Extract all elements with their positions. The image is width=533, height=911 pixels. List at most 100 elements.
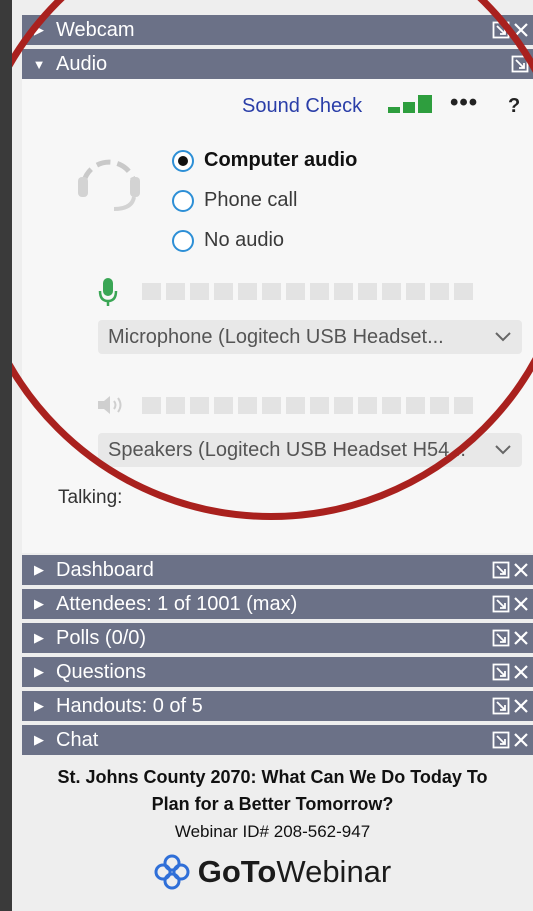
computer-audio-option[interactable]: Computer audio	[172, 149, 357, 172]
panel-label: Webcam	[56, 18, 135, 41]
audio-panel-body: Sound Check ••• ? Computer audio Phone c…	[22, 79, 533, 553]
sound-check-link[interactable]: Sound Check	[242, 95, 362, 118]
popout-icon[interactable]	[511, 55, 529, 73]
expand-arrow-icon[interactable]: ▶	[22, 562, 56, 578]
audio-panel-header[interactable]: ▼ Audio	[22, 49, 533, 79]
level-segment	[166, 397, 185, 414]
radio-selected[interactable]	[172, 149, 194, 172]
webinar-id: Webinar ID# 208-562-947	[174, 822, 371, 841]
microphone-select[interactable]: Microphone (Logitech USB Headset...	[98, 320, 522, 354]
level-segment	[406, 283, 425, 300]
level-segment	[166, 283, 185, 300]
level-segment	[262, 283, 281, 300]
more-options-button[interactable]: •••	[450, 89, 478, 117]
level-segment	[430, 397, 449, 414]
level-segment	[430, 283, 449, 300]
level-segment	[142, 397, 161, 414]
level-segment	[238, 283, 257, 300]
no-audio-option[interactable]: No audio	[172, 229, 284, 252]
help-button[interactable]: ?	[508, 95, 520, 118]
level-segment	[214, 283, 233, 300]
level-segment	[190, 397, 209, 414]
close-icon[interactable]	[513, 562, 529, 578]
level-segment	[334, 397, 353, 414]
webinar-title-line-1: St. Johns County 2070: What Can We Do To…	[57, 767, 488, 787]
popout-icon[interactable]	[492, 629, 510, 647]
gotowebinar-logo-icon	[154, 854, 190, 890]
level-segment	[310, 397, 329, 414]
expand-arrow-icon[interactable]: ▶	[22, 22, 56, 38]
close-icon[interactable]	[513, 596, 529, 612]
webinar-info: St. Johns County 2070: What Can We Do To…	[12, 764, 533, 890]
level-segment	[358, 283, 377, 300]
level-segment	[334, 283, 353, 300]
signal-bars-icon	[388, 95, 432, 113]
dashboard-panel-header[interactable]: ▶ Dashboard	[22, 555, 533, 585]
close-icon[interactable]	[513, 698, 529, 714]
radio-unselected[interactable]	[172, 229, 194, 252]
talking-label: Talking:	[58, 487, 123, 508]
level-segment	[454, 397, 473, 414]
attendees-panel-header[interactable]: ▶ Attendees: 1 of 1001 (max)	[22, 589, 533, 619]
level-segment	[382, 397, 401, 414]
close-icon[interactable]	[513, 630, 529, 646]
chat-panel-header[interactable]: ▶ Chat	[22, 725, 533, 755]
level-segment	[310, 283, 329, 300]
panel-label: Audio	[56, 52, 108, 75]
popout-icon[interactable]	[492, 731, 510, 749]
microphone-icon	[98, 278, 118, 306]
popout-icon[interactable]	[492, 21, 510, 39]
level-segment	[238, 397, 257, 414]
popout-icon[interactable]	[492, 697, 510, 715]
handouts-panel-header[interactable]: ▶ Handouts: 0 of 5	[22, 691, 533, 721]
close-icon[interactable]	[513, 664, 529, 680]
expand-arrow-icon[interactable]: ▶	[22, 664, 56, 680]
close-icon[interactable]	[513, 732, 529, 748]
popout-icon[interactable]	[492, 595, 510, 613]
popout-icon[interactable]	[492, 663, 510, 681]
panel-label: Dashboard	[56, 558, 154, 581]
panel-label: Attendees: 1 of 1001 (max)	[56, 592, 298, 615]
panel-label: Handouts: 0 of 5	[56, 694, 203, 717]
collapse-arrow-icon[interactable]: ▼	[22, 57, 56, 72]
expand-arrow-icon[interactable]: ▶	[22, 596, 56, 612]
speakers-select[interactable]: Speakers (Logitech USB Headset H54...	[98, 433, 522, 467]
chevron-down-icon[interactable]	[494, 331, 512, 343]
brand-webinar: Webinar	[276, 854, 392, 889]
level-segment	[382, 283, 401, 300]
gotowebinar-brand: GoTo Webinar	[12, 854, 533, 890]
option-label: Phone call	[204, 189, 298, 211]
close-icon[interactable]	[513, 22, 529, 38]
level-segment	[358, 397, 377, 414]
expand-arrow-icon[interactable]: ▶	[22, 732, 56, 748]
radio-unselected[interactable]	[172, 189, 194, 212]
control-panel: ▶ Webcam ▼ Audio Sound Check ••• ? Compu…	[12, 0, 533, 911]
level-segment	[406, 397, 425, 414]
webcam-panel-header[interactable]: ▶ Webcam	[22, 15, 533, 45]
level-segment	[286, 397, 305, 414]
chevron-down-icon[interactable]	[494, 444, 512, 456]
level-segment	[142, 283, 161, 300]
brand-goto: GoTo	[197, 854, 277, 889]
option-label: No audio	[204, 229, 285, 251]
speaker-level-meter	[142, 397, 473, 414]
option-label: Computer audio	[204, 149, 358, 171]
level-segment	[262, 397, 281, 414]
speaker-icon	[98, 396, 122, 414]
window-edge	[0, 0, 12, 911]
level-segment	[190, 283, 209, 300]
level-segment	[286, 283, 305, 300]
panel-label: Polls (0/0)	[56, 626, 147, 649]
level-segment	[214, 397, 233, 414]
questions-panel-header[interactable]: ▶ Questions	[22, 657, 533, 687]
microphone-level-meter	[142, 283, 473, 300]
expand-arrow-icon[interactable]: ▶	[22, 630, 56, 646]
level-segment	[454, 283, 473, 300]
polls-panel-header[interactable]: ▶ Polls (0/0)	[22, 623, 533, 653]
phone-call-option[interactable]: Phone call	[172, 189, 297, 212]
microphone-select-value: Microphone (Logitech USB Headset...	[108, 325, 444, 348]
expand-arrow-icon[interactable]: ▶	[22, 698, 56, 714]
panel-label: Chat	[56, 728, 99, 751]
popout-icon[interactable]	[492, 561, 510, 579]
webinar-title-line-2: Plan for a Better Tomorrow?	[151, 794, 394, 814]
